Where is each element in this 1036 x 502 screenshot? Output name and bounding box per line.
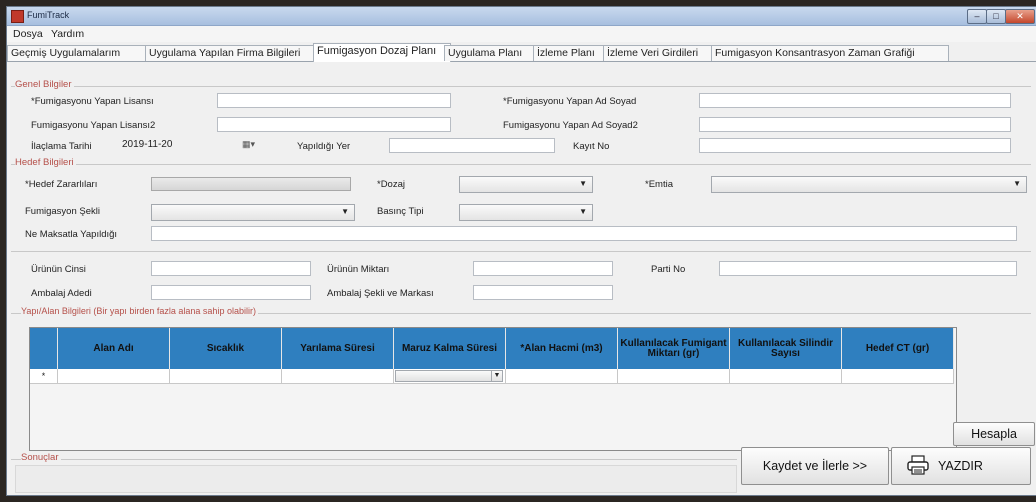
- lisans2-label: Fumigasyonu Yapan Lisansı2: [31, 120, 156, 131]
- lisans2-input[interactable]: [217, 117, 451, 132]
- sonuclar-group: [11, 459, 737, 460]
- column-header[interactable]: *Alan Hacmi (m3): [506, 328, 618, 369]
- tab-izleme-plani[interactable]: İzleme Planı: [533, 45, 610, 61]
- tab-izleme-veri[interactable]: İzleme Veri Girdileri: [603, 45, 718, 61]
- title-bar: FumiTrack – □ ✕: [7, 7, 1036, 26]
- parti-label: Parti No: [651, 264, 686, 275]
- printer-icon: [906, 454, 930, 478]
- sekil-label: Fumigasyon Şekli: [25, 206, 100, 217]
- table-cell[interactable]: [170, 369, 282, 384]
- ambalaj-adedi-label: Ambalaj Adedi: [31, 288, 92, 299]
- table-cell[interactable]: ▼: [394, 369, 506, 384]
- hedef-bilgileri-legend: Hedef Bilgileri: [15, 157, 76, 168]
- adsoyad2-label: Fumigasyonu Yapan Ad Soyad2: [503, 120, 638, 131]
- column-header[interactable]: Kullanılacak Fumigant Miktarı (gr): [618, 328, 730, 369]
- basinc-select[interactable]: ▼: [459, 204, 593, 221]
- maksat-input[interactable]: [151, 226, 1017, 241]
- miktari-label: Ürünün Miktarı: [327, 264, 390, 275]
- table-cell[interactable]: [58, 369, 170, 384]
- yer-input[interactable]: [389, 138, 555, 153]
- column-header[interactable]: Hedef CT (gr): [842, 328, 954, 369]
- new-row-marker: *: [30, 369, 58, 384]
- alan-table[interactable]: Alan Adı Sıcaklık Yarılama Süresi Maruz …: [29, 327, 957, 451]
- hesapla-button[interactable]: Hesapla: [953, 422, 1035, 446]
- dozaj-select[interactable]: ▼: [459, 176, 593, 193]
- adsoyad2-input[interactable]: [699, 117, 1011, 132]
- sekil-select[interactable]: ▼: [151, 204, 355, 221]
- kaydet-ilerle-button[interactable]: Kaydet ve İlerle >>: [741, 447, 889, 485]
- column-header[interactable]: Sıcaklık: [170, 328, 282, 369]
- emtia-select[interactable]: ▼: [711, 176, 1027, 193]
- kayit-label: Kayıt No: [573, 141, 610, 152]
- chevron-down-icon: ▼: [579, 179, 587, 188]
- chevron-down-icon: ▼: [1013, 179, 1021, 188]
- tab-uygulama-plani[interactable]: Uygulama Planı: [444, 45, 540, 61]
- yapi-legend: Yapı/Alan Bilgileri (Bir yapı birden faz…: [21, 306, 258, 316]
- menu-dosya[interactable]: Dosya: [13, 28, 43, 40]
- lisans-input[interactable]: [217, 93, 451, 108]
- genel-bilgiler-legend: Genel Bilgiler: [15, 79, 74, 90]
- minimize-button[interactable]: –: [967, 9, 987, 24]
- tarih-label: İlaçlama Tarihi: [31, 141, 92, 152]
- ambalaj-sekli-label: Ambalaj Şekli ve Markası: [327, 288, 434, 299]
- row-header-corner: [30, 328, 58, 369]
- column-header[interactable]: Kullanılacak Silindir Sayısı: [730, 328, 842, 369]
- emtia-label: *Emtia: [645, 179, 673, 190]
- ambalaj-sekli-input[interactable]: [473, 285, 613, 300]
- tab-gecmis-uygulamalarim[interactable]: Geçmiş Uygulamalarım: [7, 45, 152, 61]
- maximize-button[interactable]: □: [986, 9, 1006, 24]
- table-cell[interactable]: [842, 369, 954, 384]
- chevron-down-icon: ▼: [579, 207, 587, 216]
- tarih-input[interactable]: 2019-11-20 ▦▾: [119, 138, 259, 153]
- column-header[interactable]: Yarılama Süresi: [282, 328, 394, 369]
- tab-konsantrasyon-grafigi[interactable]: Fumigasyon Konsantrasyon Zaman Grafiği: [711, 45, 949, 61]
- hedef-bilgileri-group: [11, 164, 1031, 165]
- yer-label: Yapıldığı Yer: [297, 141, 351, 152]
- tab-firma-bilgileri[interactable]: Uygulama Yapılan Firma Bilgileri: [145, 45, 320, 61]
- sonuclar-legend: Sonuçlar: [21, 452, 61, 463]
- urun-group: [11, 251, 1031, 252]
- tab-bar: Geçmiş Uygulamalarım Uygulama Yapılan Fi…: [7, 43, 1036, 62]
- tab-dozaj-plani[interactable]: Fumigasyon Dozaj Planı: [313, 43, 451, 62]
- column-header[interactable]: Alan Adı: [58, 328, 170, 369]
- lisans-label: *Fumigasyonu Yapan Lisansı: [31, 96, 154, 107]
- table-cell[interactable]: [618, 369, 730, 384]
- table-header: Alan Adı Sıcaklık Yarılama Süresi Maruz …: [30, 328, 956, 369]
- miktari-input[interactable]: [473, 261, 613, 276]
- table-cell[interactable]: [506, 369, 618, 384]
- column-header[interactable]: Maruz Kalma Süresi: [394, 328, 506, 369]
- close-button[interactable]: ✕: [1005, 9, 1035, 24]
- chevron-down-icon: ▼: [491, 371, 502, 381]
- zararlilar-field[interactable]: [151, 177, 351, 191]
- ambalaj-adedi-input[interactable]: [151, 285, 311, 300]
- genel-bilgiler-group: [11, 86, 1031, 87]
- chevron-down-icon: ▼: [341, 207, 349, 216]
- cinsi-label: Ürünün Cinsi: [31, 264, 86, 275]
- tarih-value: 2019-11-20: [122, 139, 173, 150]
- maruz-kalma-select[interactable]: ▼: [395, 370, 503, 382]
- parti-input[interactable]: [719, 261, 1017, 276]
- basinc-label: Basınç Tipi: [377, 206, 424, 217]
- menu-yardim[interactable]: Yardım: [51, 28, 84, 40]
- adsoyad-input[interactable]: [699, 93, 1011, 108]
- table-cell[interactable]: [730, 369, 842, 384]
- zararlilar-label: *Hedef Zararlıları: [25, 179, 98, 190]
- calendar-icon[interactable]: ▦▾: [242, 138, 255, 151]
- dozaj-label: *Dozaj: [377, 179, 405, 190]
- app-icon: [11, 10, 24, 23]
- menu-bar: Dosya Yardım: [7, 26, 1036, 42]
- maksat-label: Ne Maksatla Yapıldığı: [25, 229, 118, 240]
- kayit-input[interactable]: [699, 138, 1011, 153]
- app-window: FumiTrack – □ ✕ Dosya Yardım Geçmiş Uygu…: [6, 6, 1036, 496]
- yazdir-button[interactable]: YAZDIR: [891, 447, 1031, 485]
- sonuclar-area: [15, 465, 737, 493]
- cinsi-input[interactable]: [151, 261, 311, 276]
- yazdir-label: YAZDIR: [938, 459, 983, 473]
- window-title: FumiTrack: [27, 10, 70, 20]
- adsoyad-label: *Fumigasyonu Yapan Ad Soyad: [503, 96, 637, 107]
- table-cell[interactable]: [282, 369, 394, 384]
